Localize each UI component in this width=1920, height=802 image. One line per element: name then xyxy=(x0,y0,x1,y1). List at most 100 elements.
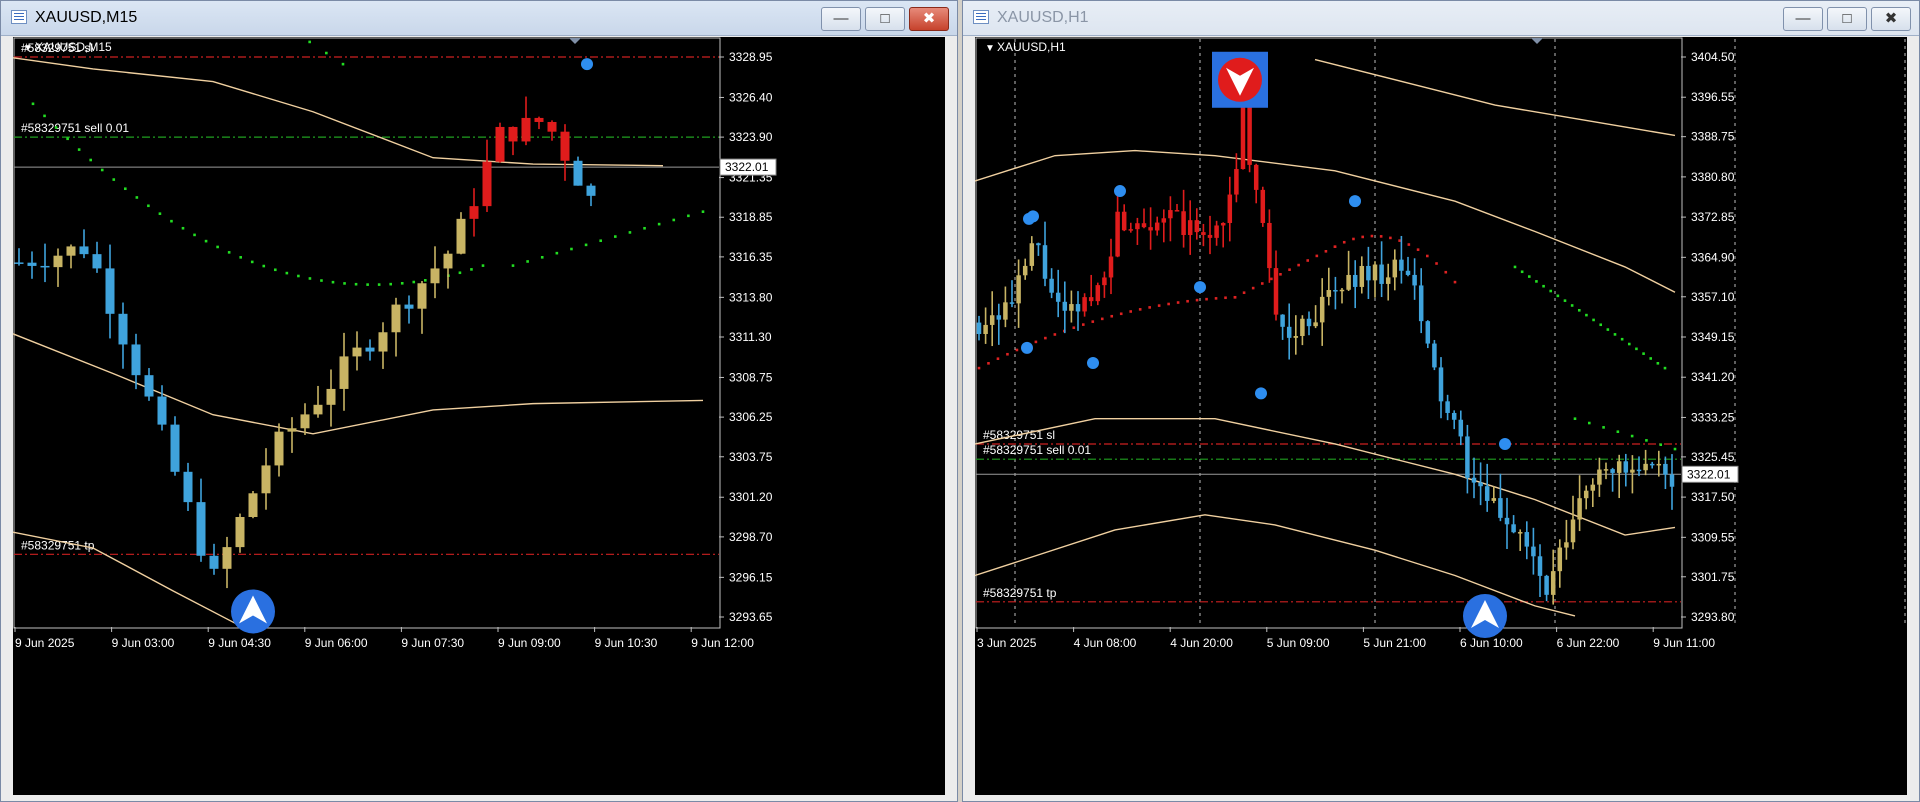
candle-body xyxy=(1636,469,1642,472)
candle-body xyxy=(1669,474,1675,487)
window-titlebar[interactable]: XAUUSD,M15 — □ ✖ xyxy=(1,1,957,36)
chart-window-h1[interactable]: XAUUSD,H1 — □ ✖ #58329751 sl #58329751 se… xyxy=(962,0,1920,802)
price-axis-label: 3341.20 xyxy=(1691,370,1735,384)
sar-dot xyxy=(1613,333,1617,336)
sar-dot xyxy=(204,239,208,243)
tp-line-label: #58329751 tp xyxy=(983,586,1057,600)
sar-dot xyxy=(1520,270,1524,274)
maximize-button[interactable]: □ xyxy=(1827,7,1867,31)
sar-dot xyxy=(1570,304,1574,307)
sar-dot xyxy=(66,137,69,141)
sar-dot xyxy=(89,158,92,162)
price-axis-label: 3293.65 xyxy=(729,610,773,624)
candle-body xyxy=(495,126,505,162)
sar-dot xyxy=(43,114,46,118)
candle-body xyxy=(1181,211,1186,236)
chart-window-m15[interactable]: XAUUSD,M15 — □ ✖ #58329751 sl #58329751 s… xyxy=(0,0,958,802)
sar-dot xyxy=(1602,426,1605,429)
candle-body xyxy=(1504,517,1510,525)
candle-body xyxy=(1425,321,1431,344)
sar-dot xyxy=(687,214,690,218)
shift-marker-icon[interactable] xyxy=(1531,38,1543,44)
candle-body xyxy=(1385,277,1391,284)
sar-dot xyxy=(1242,291,1246,294)
price-axis-label: 3333.25 xyxy=(1691,410,1735,424)
sar-dot xyxy=(1091,320,1095,323)
time-axis-label: 9 Jun 11:00 xyxy=(1653,636,1715,650)
price-axis-label: 3308.75 xyxy=(729,370,773,384)
minimize-button[interactable]: — xyxy=(821,7,861,31)
maximize-button[interactable]: □ xyxy=(865,7,905,31)
candle-body xyxy=(1524,532,1530,547)
sar-dot xyxy=(628,231,632,234)
sar-dot xyxy=(112,178,116,181)
candle-body xyxy=(300,414,310,429)
sar-dot xyxy=(170,219,173,223)
shift-marker-icon[interactable] xyxy=(569,38,581,44)
sar-dot xyxy=(1288,268,1291,271)
sar-dot xyxy=(424,279,427,282)
chart-canvas[interactable]: #58329751 sl#58329751 sell 0.01#58329751… xyxy=(974,37,1909,797)
candle-body xyxy=(430,268,440,284)
sar-dot xyxy=(1333,245,1337,249)
candle-body xyxy=(1220,222,1226,226)
candle-body xyxy=(1082,297,1087,312)
candle-body xyxy=(66,246,76,256)
candle-body xyxy=(1280,314,1285,327)
candle-body xyxy=(339,356,349,389)
sar-dot xyxy=(1053,333,1057,336)
price-axis-label: 3396.55 xyxy=(1691,90,1735,104)
price-chart[interactable]: #58329751 sl #58329751 sell 0.01 #58329751… xyxy=(12,29,947,797)
chart-canvas[interactable]: #58329751 sl#58329751 sell 0.01#58329751… xyxy=(12,29,947,797)
swing-point-icon xyxy=(1255,387,1267,400)
candle-body xyxy=(1194,220,1200,233)
candle-body xyxy=(508,126,518,142)
close-button[interactable]: ✖ xyxy=(909,7,949,31)
price-axis-label: 3357.10 xyxy=(1691,290,1735,304)
sell-signal-icon[interactable] xyxy=(1212,51,1268,108)
sar-dot xyxy=(977,366,981,370)
sar-dot xyxy=(320,279,323,282)
chart-menu-icon[interactable]: ▼ xyxy=(985,43,995,54)
sell-order-line-label: #58329751 sell 0.01 xyxy=(21,121,129,135)
candle-body xyxy=(1379,264,1384,284)
candle-body xyxy=(573,160,583,186)
candle-body xyxy=(1346,274,1351,290)
sar-dot xyxy=(1072,326,1076,330)
candle-body xyxy=(352,347,362,357)
minimize-button[interactable]: — xyxy=(1783,7,1823,31)
candle-body xyxy=(1227,194,1233,223)
sar-dot xyxy=(1370,234,1374,238)
sar-dot xyxy=(555,251,559,255)
time-axis-label: 9 Jun 10:30 xyxy=(595,636,658,650)
candle-body xyxy=(1273,268,1279,315)
candle-body xyxy=(586,185,596,196)
price-chart[interactable]: #58329751 sl #58329751 sell 0.01 #58329751… xyxy=(974,37,1909,797)
buy-signal-icon[interactable] xyxy=(1463,593,1507,638)
price-axis-label: 3301.20 xyxy=(729,490,773,504)
candle-body xyxy=(443,253,453,269)
sar-dot xyxy=(1635,347,1638,351)
sar-dot xyxy=(1167,302,1170,306)
candle-body xyxy=(1333,290,1338,292)
candle-body xyxy=(1577,498,1582,520)
sar-dot xyxy=(1233,295,1237,299)
chart-symbol-label: XAUUSD,H1 xyxy=(997,40,1066,54)
candle-body xyxy=(1075,304,1081,312)
candle-body xyxy=(1511,524,1516,533)
candle-body xyxy=(1583,490,1589,499)
window-titlebar[interactable]: XAUUSD,H1 — □ ✖ xyxy=(963,1,1919,36)
candle-body xyxy=(983,324,988,335)
buy-signal-icon[interactable] xyxy=(231,589,275,634)
sar-dot xyxy=(1157,304,1161,307)
sar-dot xyxy=(1616,430,1620,434)
sar-dot xyxy=(354,282,358,286)
time-axis-label: 9 Jun 04:30 xyxy=(208,636,271,650)
close-button[interactable]: ✖ xyxy=(1871,7,1911,31)
chart-menu-icon[interactable]: ▼ xyxy=(23,43,33,54)
sar-dot xyxy=(325,51,328,55)
candle-body xyxy=(326,388,336,405)
sar-dot xyxy=(1015,348,1019,352)
sar-dot xyxy=(158,212,162,215)
swing-point-icon xyxy=(1499,437,1511,450)
